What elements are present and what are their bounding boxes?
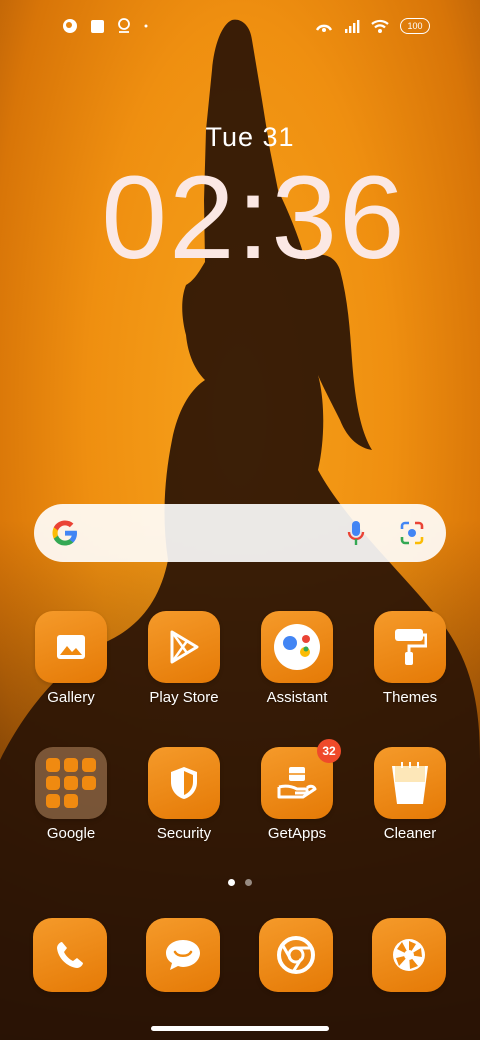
page-dot-2 bbox=[245, 879, 252, 886]
themes-tile[interactable] bbox=[374, 611, 446, 683]
home-indicator[interactable] bbox=[151, 1026, 329, 1031]
app-label-getapps: GetApps bbox=[267, 825, 327, 842]
google-search-bar[interactable] bbox=[34, 504, 446, 562]
signal-icon bbox=[345, 20, 360, 33]
phone-tile[interactable] bbox=[33, 918, 107, 992]
dock-camera[interactable] bbox=[359, 918, 459, 992]
app-getapps[interactable]: 32 GetApps bbox=[247, 739, 347, 842]
app-label-play-store: Play Store bbox=[149, 689, 219, 706]
play-store-icon bbox=[170, 630, 199, 664]
notification-badge: 32 bbox=[317, 739, 341, 763]
dock-messages[interactable] bbox=[133, 918, 233, 992]
mic-icon[interactable] bbox=[346, 519, 366, 547]
app-security[interactable]: Security bbox=[134, 747, 234, 842]
battery-indicator: 100 bbox=[400, 18, 430, 34]
translate-mini-icon bbox=[82, 776, 96, 790]
app-label-gallery: Gallery bbox=[47, 689, 95, 706]
app-label-themes: Themes bbox=[382, 689, 438, 706]
dot-icon bbox=[144, 24, 148, 28]
security-tile[interactable] bbox=[148, 747, 220, 819]
folder-google[interactable]: Google bbox=[21, 747, 121, 842]
messages-icon bbox=[166, 940, 200, 970]
camera-icon bbox=[393, 939, 425, 971]
app-gallery[interactable]: Gallery bbox=[21, 611, 121, 706]
location-mini-icon bbox=[82, 758, 96, 772]
android-mini-icon bbox=[46, 794, 60, 808]
chrome-icon bbox=[277, 936, 315, 974]
camera-tile[interactable] bbox=[372, 918, 446, 992]
photos-mini-icon bbox=[64, 776, 78, 790]
app-label-security: Security bbox=[156, 825, 212, 842]
lens-icon[interactable] bbox=[398, 519, 426, 547]
lockscreen-clock[interactable]: 02:36 bbox=[0, 150, 480, 286]
gallery-tile[interactable] bbox=[35, 611, 107, 683]
cleaner-icon bbox=[392, 762, 428, 804]
page-dot-1 bbox=[228, 879, 235, 886]
maps-mini-icon bbox=[64, 758, 78, 772]
security-icon bbox=[171, 767, 197, 799]
lockscreen-date: Tue 31 bbox=[205, 122, 295, 152]
drive-mini-icon bbox=[64, 794, 78, 808]
cleaner-tile[interactable] bbox=[374, 747, 446, 819]
messages-tile[interactable] bbox=[146, 918, 220, 992]
assistant-tile[interactable] bbox=[261, 611, 333, 683]
app-label-google: Google bbox=[46, 825, 96, 842]
getapps-tile[interactable]: 32 bbox=[261, 739, 341, 819]
themes-icon bbox=[395, 629, 427, 665]
dock-phone[interactable] bbox=[20, 918, 120, 992]
wifi-icon bbox=[371, 19, 389, 33]
page-indicator bbox=[228, 879, 252, 886]
assistant-icon bbox=[274, 624, 320, 670]
app-label-assistant: Assistant bbox=[266, 689, 328, 706]
getapps-icon bbox=[277, 767, 317, 799]
hotspot-icon bbox=[315, 24, 333, 32]
gallery-icon bbox=[57, 635, 85, 659]
google-folder-tile[interactable] bbox=[35, 747, 107, 819]
app-play-store[interactable]: Play Store bbox=[134, 611, 234, 706]
app-notification-icon bbox=[63, 19, 77, 33]
youtube-mini-icon bbox=[46, 776, 60, 790]
square-notification-icon bbox=[91, 19, 104, 33]
dock-chrome[interactable] bbox=[246, 918, 346, 992]
location-icon bbox=[118, 18, 130, 33]
status-bar: 100 bbox=[0, 14, 480, 42]
app-cleaner[interactable]: Cleaner bbox=[360, 747, 460, 842]
gmail-mini-icon bbox=[46, 758, 60, 772]
app-themes[interactable]: Themes bbox=[360, 611, 460, 706]
play-store-tile[interactable] bbox=[148, 611, 220, 683]
phone-icon bbox=[57, 942, 83, 968]
app-label-cleaner: Cleaner bbox=[383, 825, 437, 842]
app-assistant[interactable]: Assistant bbox=[247, 611, 347, 706]
chrome-tile[interactable] bbox=[259, 918, 333, 992]
google-logo-icon bbox=[52, 520, 77, 546]
